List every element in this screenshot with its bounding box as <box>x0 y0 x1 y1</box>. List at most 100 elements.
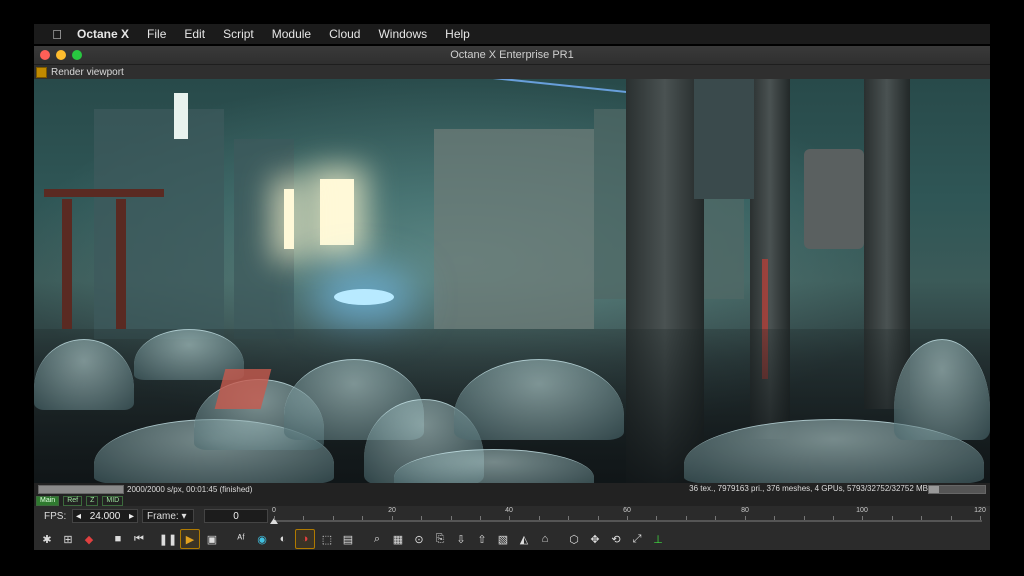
render-sign-board <box>694 79 754 199</box>
export-icon[interactable]: ⇩ <box>452 530 470 548</box>
menu-edit[interactable]: Edit <box>175 27 214 41</box>
timeline-tick <box>303 516 304 520</box>
gpu-memory-bar <box>928 485 986 494</box>
render-sign <box>174 93 188 139</box>
timeline-tick <box>627 516 628 520</box>
timeline-tick <box>980 516 981 520</box>
pass-mid-button[interactable]: MID <box>102 495 124 506</box>
scale-icon[interactable]: ⤢ <box>628 530 646 548</box>
import-icon[interactable]: ⇧ <box>473 530 491 548</box>
rotate-icon[interactable]: ⟲ <box>607 530 625 548</box>
timeline-tick <box>774 516 775 520</box>
gpu-memory-fill <box>929 486 940 493</box>
timeline-tick <box>451 516 452 520</box>
play-icon[interactable]: ▶ <box>180 529 200 549</box>
timeline-tick <box>715 516 716 520</box>
timeline-track[interactable]: 0 20 40 60 80 100 120 <box>270 506 986 528</box>
timeline-tick <box>568 516 569 520</box>
timeline-tick <box>656 516 657 520</box>
move-icon[interactable]: ✥ <box>586 530 604 548</box>
render-light <box>320 179 354 245</box>
render-light <box>334 289 394 305</box>
timeline-tick <box>862 516 863 520</box>
timeline-tick-label: 40 <box>505 507 513 514</box>
pick-object-icon[interactable]: ◑ <box>295 529 315 549</box>
app-window: Octane X Enterprise PR1 Render viewport <box>34 46 990 550</box>
zoom-icon[interactable]: ⌕ <box>368 530 386 548</box>
timeline-tick-label: 20 <box>388 507 396 514</box>
apple-icon[interactable]:  <box>46 27 68 42</box>
pass-main-button[interactable]: Main <box>36 495 60 506</box>
frame-input[interactable]: 0 <box>204 509 268 523</box>
fps-stepper[interactable]: ◂ 24.000 ▸ <box>72 509 138 523</box>
save-image-icon[interactable]: ⎘ <box>431 530 449 548</box>
timeline-tick <box>539 516 540 520</box>
render-progress-fill <box>39 485 123 493</box>
color-cube-icon[interactable]: ◆ <box>80 530 98 548</box>
pass-ref-button[interactable]: Ref <box>63 495 83 506</box>
timeline-tick <box>509 516 510 520</box>
pause-icon[interactable]: ❚❚ <box>159 530 177 548</box>
render-stats-text: 36 tex., 7979163 pri., 376 meshes, 4 GPU… <box>689 484 928 493</box>
fps-increment-icon[interactable]: ▸ <box>129 511 134 522</box>
render-pass-row: Main Ref Z MID <box>34 495 990 506</box>
camera-reset-icon[interactable]: ✱ <box>38 530 56 548</box>
pick-material-icon[interactable]: ◐ <box>274 530 292 548</box>
menu-app[interactable]: Octane X <box>68 27 138 41</box>
menu-cloud[interactable]: Cloud <box>320 27 369 41</box>
frame-dropdown-label: Frame: <box>147 511 179 522</box>
timeline-tick-label: 60 <box>623 507 631 514</box>
render-toolbar: ✱ ⊞ ◆ ■ ⏮ ❚❚ ▶ ▣ ᴬᶠ ◉ ◐ ◑ ⬚ ▤ ⌕ ▦ ⊙ ⎘ ⇩ ⇧ ▧ ◭ ⌂ ⬡ ✥ ⟲ ⤢ ⊥ <box>34 528 990 550</box>
menu-script[interactable]: Script <box>214 27 263 41</box>
timeline-tick <box>833 516 834 520</box>
rewind-icon[interactable]: ⏮ <box>130 530 148 548</box>
focus-picker-icon[interactable]: ⊙ <box>410 530 428 548</box>
render-progress-bar <box>38 484 124 494</box>
cube-icon[interactable]: ⬡ <box>565 530 583 548</box>
timeline-tick-label: 0 <box>272 507 276 514</box>
timeline-tick <box>392 516 393 520</box>
menu-module[interactable]: Module <box>263 27 320 41</box>
timeline-tick <box>362 516 363 520</box>
render-building <box>94 109 224 339</box>
color-wheel-icon[interactable]: ◉ <box>253 530 271 548</box>
stop-icon[interactable]: ■ <box>109 530 127 548</box>
render-torii <box>62 199 72 329</box>
menu-help[interactable]: Help <box>436 27 479 41</box>
timeline-bar: FPS: ◂ 24.000 ▸ Frame: ▾ 0 0 20 40 60 80 100 1… <box>34 506 990 528</box>
viewport-header-label: Render viewport <box>51 66 124 78</box>
region-render-icon[interactable]: ⊞ <box>59 530 77 548</box>
checker-icon[interactable]: ▦ <box>389 530 407 548</box>
menu-file[interactable]: File <box>138 27 175 41</box>
render-progress-text: 2000/2000 s/px, 00:01:45 (finished) <box>127 484 253 494</box>
film-region-icon[interactable]: ▤ <box>339 530 357 548</box>
fps-decrement-icon[interactable]: ◂ <box>76 511 81 522</box>
fps-label: FPS: <box>44 511 67 522</box>
viewport-render-icon[interactable]: ▣ <box>203 530 221 548</box>
clay-icon[interactable]: ◭ <box>515 530 533 548</box>
timeline-tick-label: 120 <box>974 507 986 514</box>
layers-icon[interactable]: ▧ <box>494 530 512 548</box>
timeline-tick <box>921 516 922 520</box>
title-bar: Octane X Enterprise PR1 <box>34 46 990 65</box>
af-icon[interactable]: ᴬᶠ <box>232 530 250 548</box>
timeline-tick <box>892 516 893 520</box>
viewport-tab-icon <box>36 66 47 78</box>
pass-z-button[interactable]: Z <box>86 495 99 506</box>
timeline-tick <box>598 516 599 520</box>
timeline-tick <box>333 516 334 520</box>
render-building <box>434 129 594 329</box>
menu-windows[interactable]: Windows <box>369 27 436 41</box>
timeline-tick <box>274 516 275 520</box>
timeline-line <box>274 520 982 522</box>
lock-icon[interactable]: ⌂ <box>536 530 554 548</box>
render-viewport[interactable] <box>34 79 990 483</box>
timeline-tick <box>480 516 481 520</box>
fps-value[interactable]: 24.000 <box>90 511 121 522</box>
region-icon[interactable]: ⬚ <box>318 530 336 548</box>
render-torii <box>44 189 164 197</box>
axis-gizmo-icon[interactable]: ⊥ <box>649 530 667 548</box>
timeline-tick <box>804 516 805 520</box>
frame-dropdown[interactable]: Frame: ▾ <box>142 509 194 523</box>
timeline-tick <box>421 516 422 520</box>
